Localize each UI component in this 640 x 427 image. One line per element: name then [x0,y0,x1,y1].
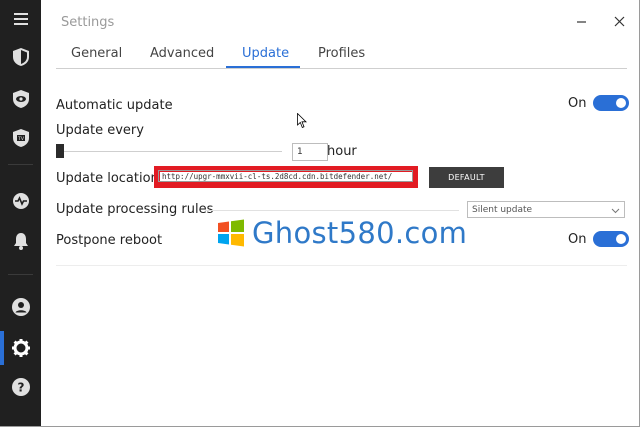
chevron-down-icon [611,208,620,214]
update-processing-rules-label: Update processing rules [56,202,214,217]
tab-bar: General Advanced Update Profiles [56,42,627,69]
row-divider [205,210,459,211]
svg-text:?: ? [17,381,24,395]
postpone-reboot-toggle[interactable] [593,231,630,247]
close-icon [614,16,624,26]
tv-shield-icon[interactable]: TV [0,121,41,155]
automatic-update-toggle-group: On [568,95,630,111]
gear-icon[interactable] [0,331,41,365]
sidebar: TV ? [0,0,41,427]
active-tab-underline [226,66,300,68]
mouse-cursor-icon [297,113,307,129]
eye-shield-icon[interactable] [0,82,41,116]
user-icon[interactable] [0,290,41,324]
menu-icon[interactable] [0,2,41,36]
update-interval-slider-track[interactable] [56,151,282,152]
tab-advanced[interactable]: Advanced [150,46,214,68]
update-location-label: Update location [56,171,159,186]
postpone-reboot-label: Postpone reboot [56,233,163,248]
automatic-update-label: Automatic update [56,98,173,113]
update-interval-slider-thumb[interactable] [56,144,64,158]
postpone-reboot-toggle-group: On [568,231,630,247]
section-divider [56,265,627,266]
help-icon[interactable]: ? [0,370,41,404]
watermark-text: Ghost580.com [252,216,468,250]
bell-icon[interactable] [0,224,41,258]
sidebar-divider [8,274,33,275]
postpone-reboot-state: On [568,231,587,247]
svg-text:TV: TV [17,136,25,142]
minimize-icon [576,20,586,23]
tab-update[interactable]: Update [242,46,289,68]
minimize-button[interactable] [571,11,591,31]
tab-general[interactable]: General [71,46,122,68]
sidebar-divider [8,164,33,165]
close-button[interactable] [609,11,629,31]
activity-icon[interactable] [0,184,41,218]
watermark: Ghost580.com [217,216,467,250]
update-location-input[interactable]: http://upgr-mmxvii-cl-ts.2d8cd.cdn.bitde… [158,170,413,182]
default-button[interactable]: DEFAULT [429,167,504,188]
update-every-label: Update every [56,123,144,138]
update-processing-rules-value: Silent update [472,205,533,215]
window-title: Settings [61,15,115,30]
update-interval-unit: hour [327,144,357,159]
tab-profiles[interactable]: Profiles [318,46,365,68]
update-interval-input[interactable]: 1 [292,143,328,161]
windows-logo-icon [218,219,244,247]
automatic-update-toggle[interactable] [593,95,630,111]
automatic-update-state: On [568,95,587,111]
update-processing-rules-select[interactable]: Silent update [467,201,625,218]
shield-icon[interactable] [0,40,41,74]
